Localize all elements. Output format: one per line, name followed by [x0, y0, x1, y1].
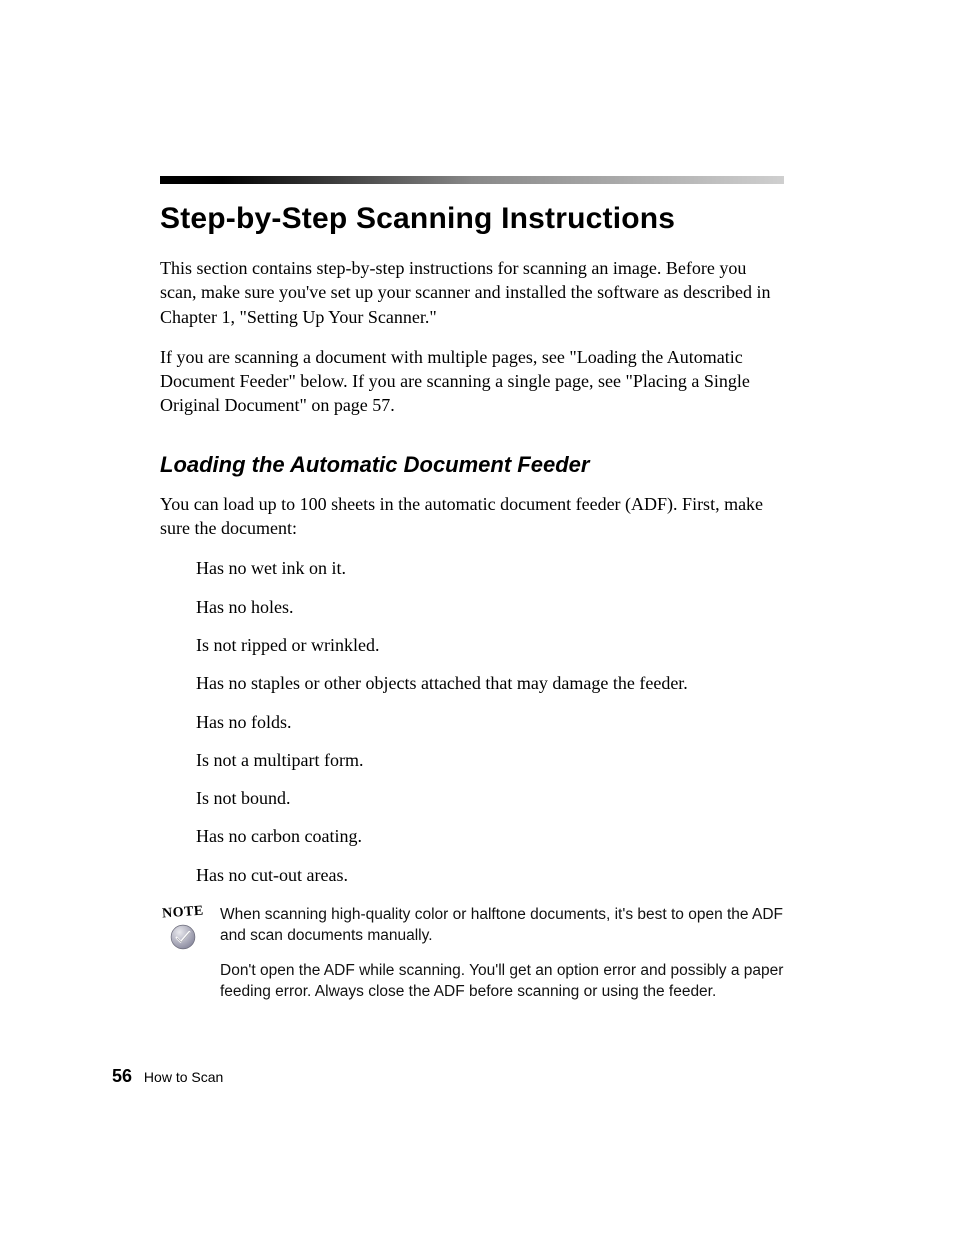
- section-divider-rule: [160, 176, 784, 184]
- note-callout: NOTE When scanning high-quality color or…: [160, 905, 784, 1017]
- note-paragraph-2: Don't open the ADF while scanning. You'l…: [220, 961, 784, 1003]
- checklist-item: Has no holes.: [196, 595, 784, 619]
- subsection-intro: You can load up to 100 sheets in the aut…: [160, 492, 784, 541]
- document-checklist: Has no wet ink on it. Has no holes. Is n…: [196, 556, 784, 887]
- note-text: When scanning high-quality color or half…: [220, 905, 784, 1017]
- checklist-item: Is not ripped or wrinkled.: [196, 633, 784, 657]
- checklist-item: Has no folds.: [196, 710, 784, 734]
- intro-paragraph-2: If you are scanning a document with mult…: [160, 345, 784, 418]
- section-title: Step-by-Step Scanning Instructions: [160, 202, 784, 236]
- subsection-title: Loading the Automatic Document Feeder: [160, 452, 784, 478]
- note-label: NOTE: [159, 903, 206, 922]
- chapter-name: How to Scan: [144, 1069, 223, 1085]
- checkmark-badge-icon: [169, 923, 197, 951]
- checklist-item: Has no cut-out areas.: [196, 863, 784, 887]
- note-paragraph-1: When scanning high-quality color or half…: [220, 905, 784, 947]
- page-number: 56: [112, 1066, 132, 1086]
- checklist-item: Has no wet ink on it.: [196, 556, 784, 580]
- page-footer: 56 How to Scan: [112, 1066, 223, 1087]
- document-page: Step-by-Step Scanning Instructions This …: [0, 0, 954, 1235]
- checklist-item: Has no carbon coating.: [196, 824, 784, 848]
- checklist-item: Is not a multipart form.: [196, 748, 784, 772]
- checklist-item: Is not bound.: [196, 786, 784, 810]
- checklist-item: Has no staples or other objects attached…: [196, 671, 784, 695]
- intro-paragraph-1: This section contains step-by-step instr…: [160, 256, 784, 329]
- note-icon: NOTE: [160, 905, 206, 951]
